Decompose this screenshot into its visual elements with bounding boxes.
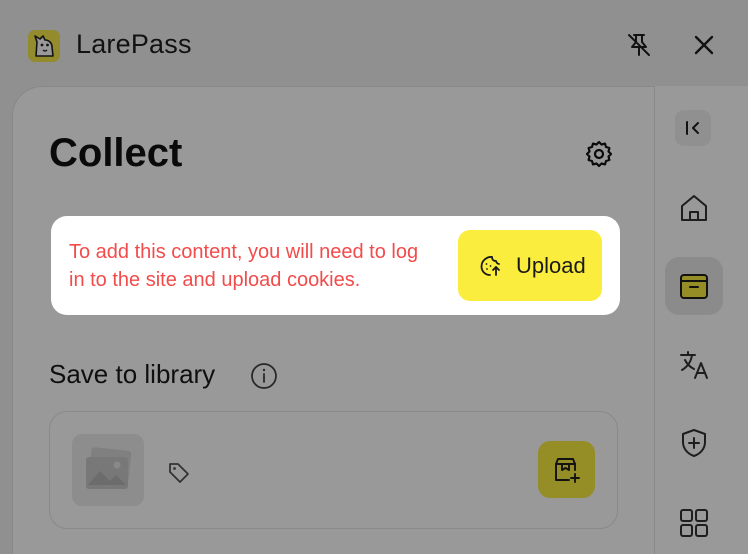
cookie-upload-icon xyxy=(478,254,502,278)
notice-message: To add this content, you will need to lo… xyxy=(69,241,419,291)
upload-cookies-button[interactable]: Upload xyxy=(458,230,602,301)
cookie-notice: To add this content, you will need to lo… xyxy=(51,216,620,315)
upload-button-label: Upload xyxy=(516,252,586,278)
